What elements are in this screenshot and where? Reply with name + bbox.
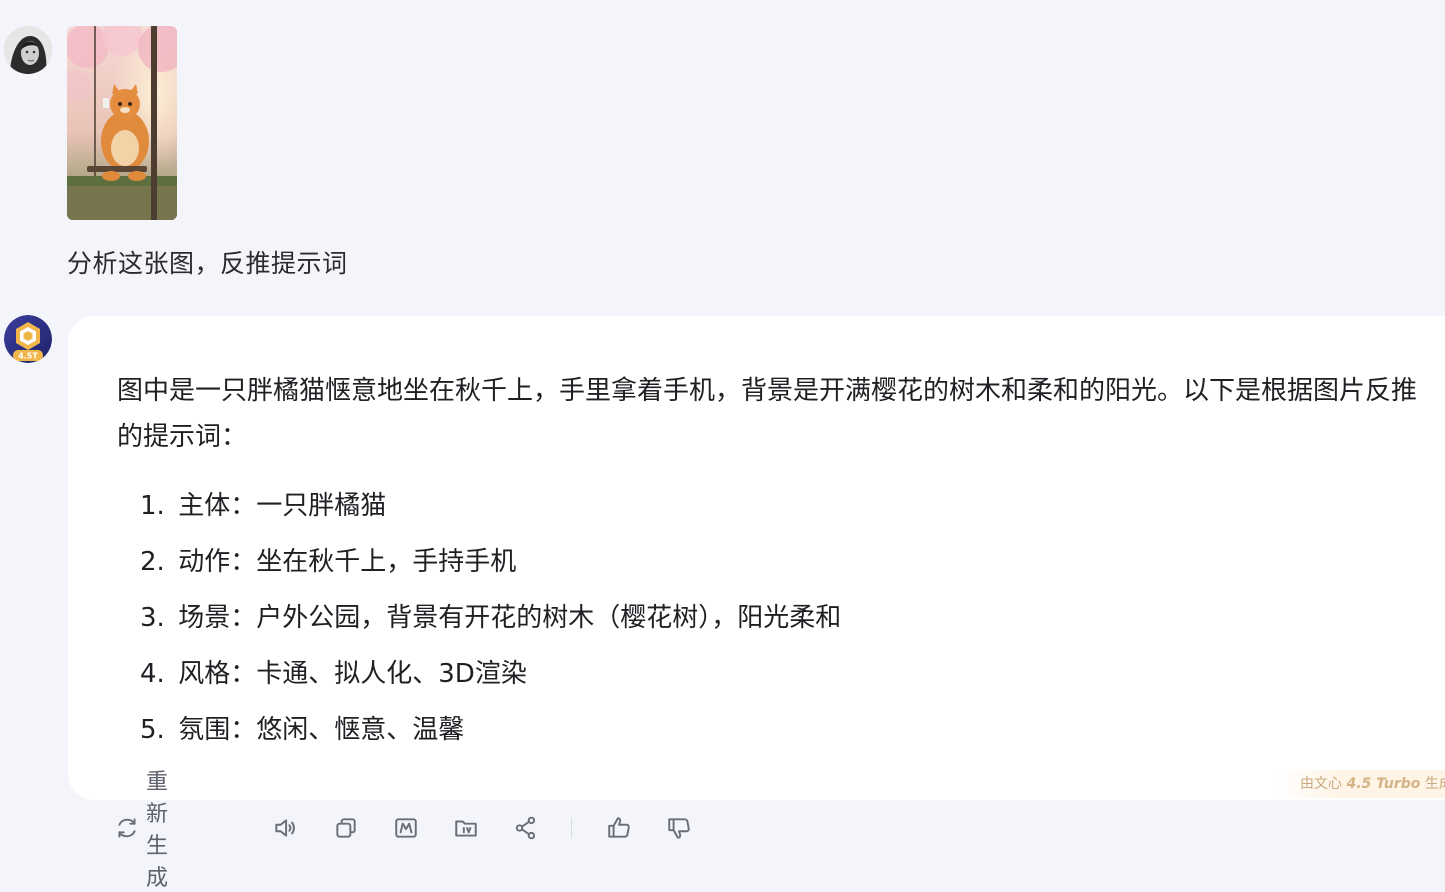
like-button[interactable] xyxy=(606,808,632,848)
list-number: 3. xyxy=(140,603,165,633)
watermark-prefix: 由文心 xyxy=(1300,776,1342,792)
list-number: 1. xyxy=(140,491,165,521)
uploaded-image-thumbnail[interactable] xyxy=(67,26,177,220)
list-text: 风格：卡通、拟人化、3D渲染 xyxy=(178,659,527,689)
speaker-icon xyxy=(272,815,298,841)
share-button[interactable] xyxy=(513,808,539,848)
copy-icon xyxy=(333,815,359,841)
list-item: 5. 氛围：悠闲、惬意、温馨 xyxy=(140,708,841,764)
list-text: 动作：坐在秋千上，手持手机 xyxy=(178,547,517,577)
dislike-button[interactable] xyxy=(666,808,692,848)
regenerate-label: 重新生成 xyxy=(146,770,169,891)
export-icon xyxy=(453,815,479,841)
assistant-avatar: 4.5T xyxy=(4,315,52,363)
image-icon xyxy=(393,815,419,841)
refresh-icon xyxy=(114,815,140,841)
list-number: 2. xyxy=(140,547,165,577)
thumbs-down-icon xyxy=(666,815,692,841)
user-message: 分析这张图，反推提示词 xyxy=(67,249,348,278)
list-item: 1. 主体：一只胖橘猫 xyxy=(140,484,841,540)
list-item: 3. 场景：户外公园，背景有开花的树木（樱花树），阳光柔和 xyxy=(140,596,841,652)
share-icon xyxy=(513,815,539,841)
list-text: 场景：户外公园，背景有开花的树木（樱花树），阳光柔和 xyxy=(178,603,842,633)
read-aloud-button[interactable] xyxy=(272,808,298,848)
prompt-list: 1. 主体：一只胖橘猫 2. 动作：坐在秋千上，手持手机 3. 场景：户外公园，… xyxy=(140,484,841,764)
list-number: 4. xyxy=(140,659,165,689)
list-number: 5. xyxy=(140,715,165,745)
list-item: 4. 风格：卡通、拟人化、3D渲染 xyxy=(140,652,841,708)
regenerate-button[interactable]: 重新生成 xyxy=(114,770,168,891)
copy-button[interactable] xyxy=(333,808,359,848)
user-avatar xyxy=(4,26,52,74)
list-text: 氛围：悠闲、惬意、温馨 xyxy=(178,715,465,745)
list-text: 主体：一只胖橘猫 xyxy=(178,491,387,521)
list-item: 2. 动作：坐在秋千上，手持手机 xyxy=(140,540,841,596)
toolbar-divider xyxy=(571,818,572,838)
watermark-brand: 4.5 Turbo xyxy=(1346,776,1421,792)
watermark-suffix: 生成 xyxy=(1424,776,1445,792)
export-button[interactable] xyxy=(453,808,479,848)
assistant-intro-text: 图中是一只胖橘猫惬意地坐在秋千上，手里拿着手机，背景是开满樱花的树木和柔和的阳光… xyxy=(117,376,1418,452)
generate-image-button[interactable] xyxy=(393,808,419,848)
model-badge: 4.5T xyxy=(18,352,38,361)
thumbs-up-icon xyxy=(606,815,632,841)
generated-by-watermark: 由文心 4.5 Turbo 生成 xyxy=(1276,770,1445,798)
